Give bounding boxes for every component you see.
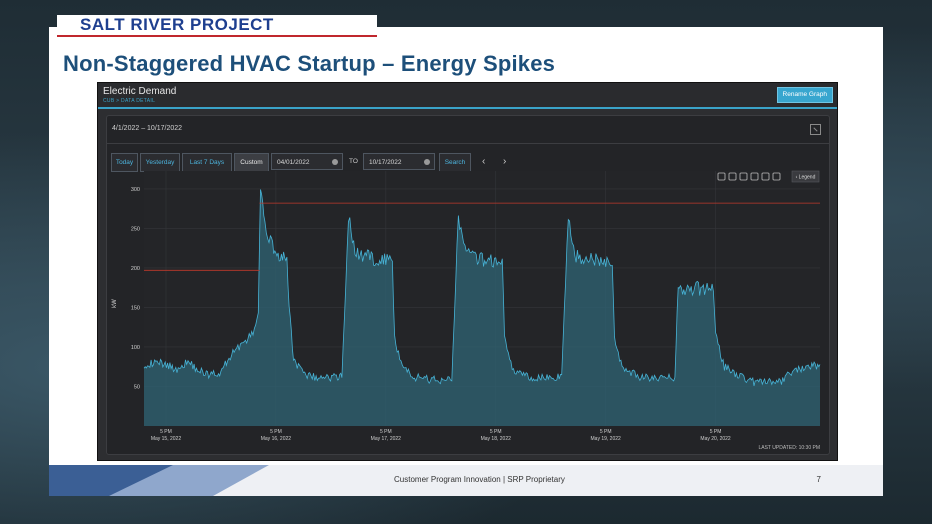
y-tick-label: 200 [131, 266, 140, 272]
x-tick-label: 5 PM [380, 429, 392, 435]
last-updated-label: LAST UPDATED: 10:30 PM [758, 445, 820, 451]
slide-footer: Customer Program Innovation | SRP Propri… [49, 465, 883, 496]
x-tick-label: May 15, 2022 [151, 436, 182, 442]
demand-chart[interactable]: 501001502002503005 PMMay 15, 20225 PMMay… [98, 83, 837, 460]
electric-demand-app: Electric Demand CUB > DATA DETAIL Rename… [97, 82, 838, 461]
y-tick-label: 100 [131, 345, 140, 351]
x-tick-label: May 19, 2022 [591, 436, 622, 442]
y-axis-label: kW [112, 299, 118, 308]
x-tick-label: May 17, 2022 [371, 436, 402, 442]
brand-header: SALT RIVER PROJECT [57, 15, 377, 37]
slide-title: Non-Staggered HVAC Startup – Energy Spik… [63, 51, 556, 76]
x-tick-label: May 20, 2022 [700, 436, 731, 442]
page-number: 7 [816, 475, 821, 484]
brand-underline [57, 35, 377, 37]
x-tick-label: May 18, 2022 [481, 436, 512, 442]
y-tick-label: 300 [131, 187, 140, 193]
y-tick-label: 50 [134, 384, 140, 390]
x-tick-label: 5 PM [490, 429, 502, 435]
brand-name: SALT RIVER PROJECT [80, 15, 274, 34]
x-tick-label: May 16, 2022 [261, 436, 292, 442]
x-tick-label: 5 PM [600, 429, 612, 435]
y-tick-label: 250 [131, 226, 140, 232]
x-tick-label: 5 PM [710, 429, 722, 435]
footer-text: Customer Program Innovation | SRP Propri… [394, 475, 565, 484]
legend-button-label: ‹ Legend [796, 175, 816, 181]
x-tick-label: 5 PM [160, 429, 172, 435]
x-tick-label: 5 PM [270, 429, 282, 435]
y-tick-label: 150 [131, 305, 140, 311]
